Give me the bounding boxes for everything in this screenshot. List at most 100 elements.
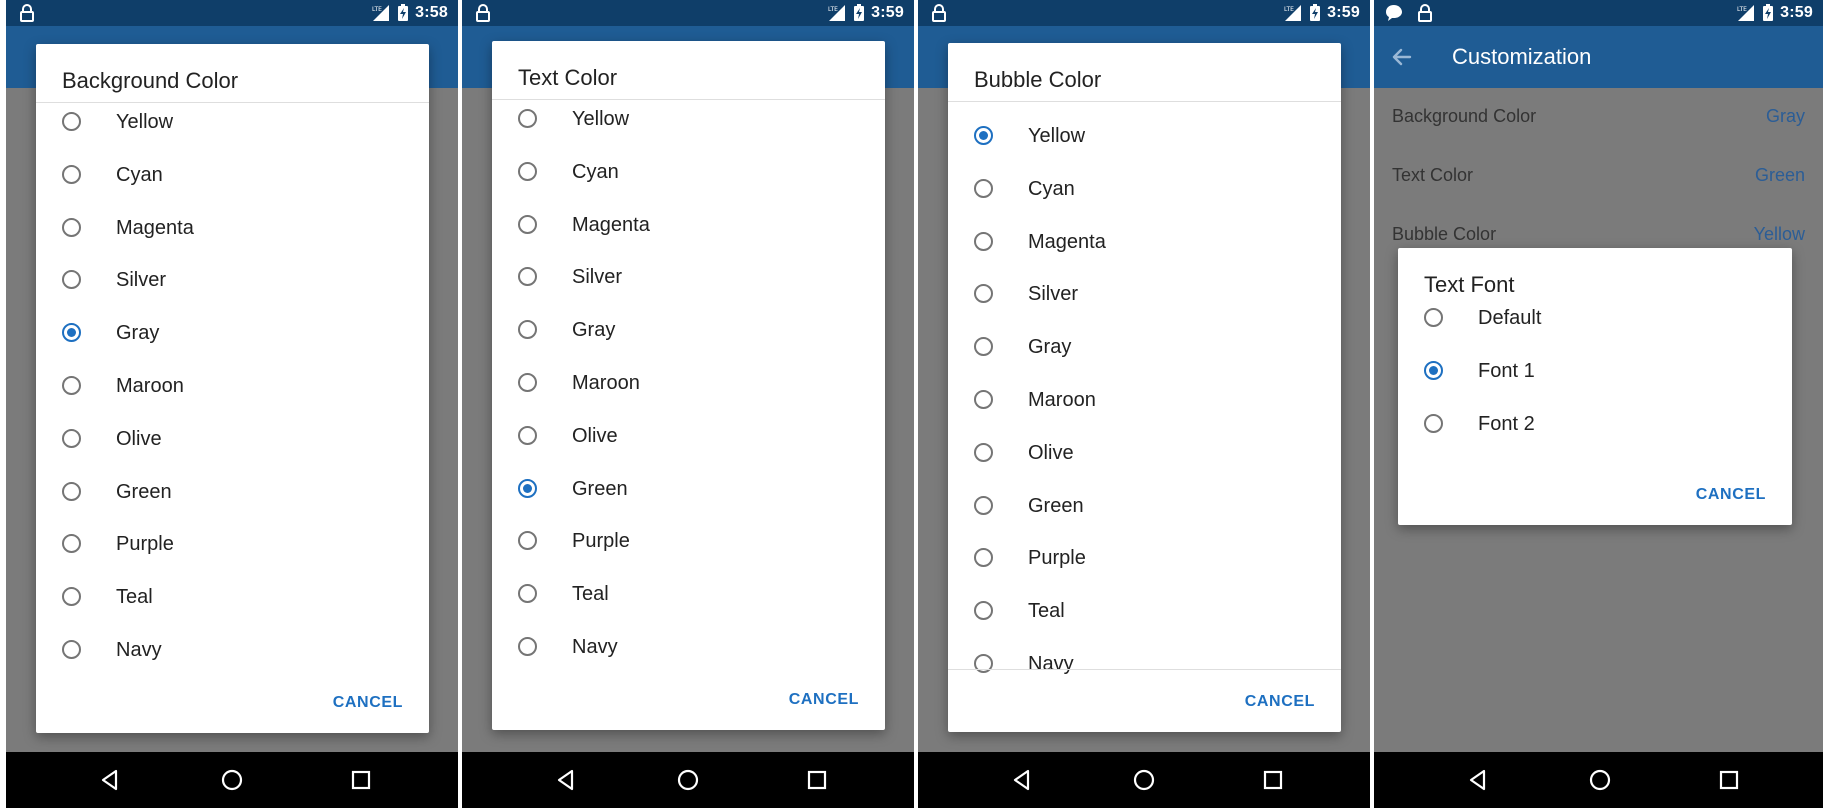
radio-option-silver[interactable]: Silver (36, 255, 429, 308)
radio-option-purple[interactable]: Purple (492, 516, 885, 569)
radio-unchecked-icon[interactable] (62, 587, 81, 607)
radio-checked-icon[interactable] (974, 126, 993, 145)
radio-unchecked-icon[interactable] (974, 548, 993, 568)
radio-unchecked-icon[interactable] (62, 217, 81, 237)
radio-option-label: Teal (116, 586, 153, 609)
radio-option-green[interactable]: Green (492, 464, 885, 517)
nav-recents-icon[interactable] (1261, 768, 1285, 792)
radio-option-font-2[interactable]: Font 2 (1398, 399, 1792, 452)
radio-option-magenta[interactable]: Magenta (36, 203, 429, 256)
nav-back-icon[interactable] (98, 768, 122, 792)
radio-checked-icon[interactable] (62, 323, 81, 343)
battery-charging-icon (1763, 4, 1774, 21)
radio-unchecked-icon[interactable] (974, 337, 993, 357)
nav-back-icon[interactable] (554, 768, 578, 792)
radio-unchecked-icon[interactable] (1424, 308, 1443, 327)
nav-home-icon[interactable] (1588, 768, 1612, 792)
radio-unchecked-icon[interactable] (518, 214, 537, 234)
dialog-title: Text Color (518, 65, 618, 90)
nav-recents-icon[interactable] (349, 768, 373, 792)
radio-option-olive[interactable]: Olive (948, 428, 1341, 481)
radio-unchecked-icon[interactable] (62, 481, 81, 501)
radio-unchecked-icon[interactable] (518, 320, 537, 340)
radio-option-navy[interactable]: Navy (36, 625, 429, 678)
radio-unchecked-icon[interactable] (518, 531, 537, 551)
radio-option-purple[interactable]: Purple (948, 533, 1341, 586)
radio-unchecked-icon[interactable] (62, 270, 81, 290)
pref-background-color[interactable]: Background Color Gray (1374, 88, 1823, 146)
nav-home-icon[interactable] (676, 768, 700, 792)
radio-unchecked-icon[interactable] (518, 109, 537, 128)
app-toolbar: Customization (1374, 26, 1823, 88)
radio-unchecked-icon[interactable] (974, 601, 993, 621)
navigation-bar (1374, 752, 1823, 808)
radio-option-navy[interactable]: Navy (948, 639, 1341, 692)
radio-option-maroon[interactable]: Maroon (36, 361, 429, 414)
radio-option-font-1[interactable]: Font 1 (1398, 346, 1792, 399)
radio-option-green[interactable]: Green (36, 467, 429, 520)
radio-unchecked-icon[interactable] (62, 640, 81, 659)
cancel-button[interactable]: CANCEL (1245, 693, 1315, 711)
radio-option-purple[interactable]: Purple (36, 519, 429, 572)
radio-option-gray[interactable]: Gray (36, 308, 429, 361)
radio-unchecked-icon[interactable] (518, 161, 537, 181)
nav-recents-icon[interactable] (805, 768, 829, 792)
radio-option-magenta[interactable]: Magenta (492, 200, 885, 253)
radio-option-maroon[interactable]: Maroon (492, 358, 885, 411)
cancel-button[interactable]: CANCEL (789, 691, 859, 709)
radio-unchecked-icon[interactable] (974, 231, 993, 251)
radio-option-teal[interactable]: Teal (492, 569, 885, 622)
radio-option-teal[interactable]: Teal (948, 586, 1341, 639)
radio-unchecked-icon[interactable] (974, 284, 993, 304)
radio-unchecked-icon[interactable] (974, 654, 993, 673)
nav-home-icon[interactable] (220, 768, 244, 792)
arrow-back-icon[interactable] (1390, 45, 1414, 69)
radio-unchecked-icon[interactable] (974, 390, 993, 409)
radio-option-label: Default (1478, 307, 1542, 329)
radio-option-yellow[interactable]: Yellow (948, 111, 1341, 164)
radio-checked-icon[interactable] (518, 478, 537, 498)
radio-option-gray[interactable]: Gray (492, 305, 885, 358)
radio-option-magenta[interactable]: Magenta (948, 217, 1341, 270)
radio-option-navy[interactable]: Navy (492, 622, 885, 675)
nav-recents-icon[interactable] (1717, 768, 1741, 792)
radio-option-default[interactable]: Default (1398, 293, 1792, 346)
radio-option-yellow[interactable]: Yellow (492, 94, 885, 147)
radio-unchecked-icon[interactable] (518, 425, 537, 445)
radio-option-green[interactable]: Green (948, 481, 1341, 534)
cancel-button[interactable]: CANCEL (333, 694, 403, 712)
nav-back-icon[interactable] (1010, 768, 1034, 792)
radio-unchecked-icon[interactable] (62, 376, 81, 395)
radio-option-silver[interactable]: Silver (492, 252, 885, 305)
radio-unchecked-icon[interactable] (518, 637, 537, 656)
radio-option-gray[interactable]: Gray (948, 322, 1341, 375)
dialog-divider (948, 669, 1341, 670)
radio-option-cyan[interactable]: Cyan (492, 147, 885, 200)
radio-option-cyan[interactable]: Cyan (36, 150, 429, 203)
radio-option-silver[interactable]: Silver (948, 269, 1341, 322)
cancel-button[interactable]: CANCEL (1696, 486, 1766, 504)
radio-option-teal[interactable]: Teal (36, 572, 429, 625)
radio-unchecked-icon[interactable] (1424, 413, 1443, 433)
radio-unchecked-icon[interactable] (518, 267, 537, 287)
radio-option-yellow[interactable]: Yellow (36, 97, 429, 150)
nav-home-icon[interactable] (1132, 768, 1156, 792)
radio-unchecked-icon[interactable] (974, 495, 993, 515)
radio-unchecked-icon[interactable] (62, 112, 81, 131)
radio-unchecked-icon[interactable] (974, 442, 993, 462)
radio-option-maroon[interactable]: Maroon (948, 375, 1341, 428)
lock-icon (476, 4, 490, 22)
radio-unchecked-icon[interactable] (518, 584, 537, 604)
radio-checked-icon[interactable] (1424, 360, 1443, 380)
radio-unchecked-icon[interactable] (62, 428, 81, 448)
radio-option-olive[interactable]: Olive (492, 411, 885, 464)
radio-option-olive[interactable]: Olive (36, 414, 429, 467)
radio-unchecked-icon[interactable] (62, 164, 81, 184)
radio-unchecked-icon[interactable] (974, 178, 993, 198)
status-bar: LTE 3:59 (1374, 0, 1823, 26)
pref-text-color[interactable]: Text Color Green (1374, 147, 1823, 205)
radio-option-cyan[interactable]: Cyan (948, 164, 1341, 217)
nav-back-icon[interactable] (1466, 768, 1490, 792)
radio-unchecked-icon[interactable] (62, 534, 81, 554)
radio-unchecked-icon[interactable] (518, 373, 537, 392)
